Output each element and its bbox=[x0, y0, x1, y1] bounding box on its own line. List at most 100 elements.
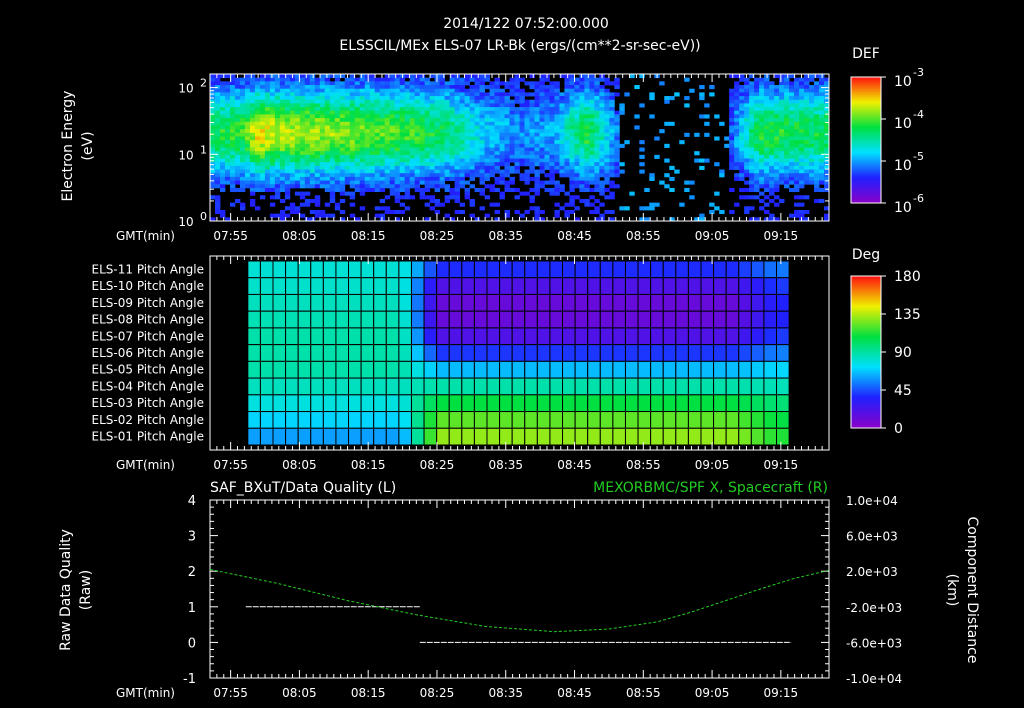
spectrogram-cell bbox=[234, 165, 241, 170]
spectrogram-cell bbox=[739, 110, 745, 115]
spectrogram-cell bbox=[504, 114, 510, 119]
spectrogram-cell bbox=[249, 74, 256, 79]
spectrogram-xtick-label: 08:25 bbox=[420, 229, 455, 243]
spectrogram-cell bbox=[349, 125, 356, 130]
spectrogram-cell bbox=[489, 99, 495, 104]
spectrogram-cell bbox=[369, 85, 376, 90]
spectrogram-cell bbox=[454, 107, 460, 112]
pitch-angle-cell bbox=[612, 327, 626, 346]
spectrogram-cell bbox=[339, 92, 346, 97]
spectrogram-cell bbox=[394, 96, 401, 101]
spectrogram-cell bbox=[284, 121, 291, 126]
spectrogram-cell bbox=[764, 77, 770, 82]
spectrogram-cell bbox=[339, 187, 346, 193]
spectrogram-cell bbox=[729, 118, 735, 123]
deg-colorbar-ticks: 18013590450 bbox=[881, 269, 921, 437]
spectrogram-cell bbox=[314, 158, 321, 163]
spectrogram-cell bbox=[319, 140, 326, 145]
spectrogram-cell bbox=[524, 173, 530, 178]
spectrogram-cell bbox=[804, 125, 810, 130]
pitch-angle-cell bbox=[436, 427, 450, 446]
spectrogram-cell bbox=[509, 99, 515, 104]
pitch-angle-cell bbox=[322, 377, 337, 396]
spectrogram-cell bbox=[474, 129, 480, 134]
pitch-angle-cell bbox=[574, 327, 589, 346]
spectrogram-cell bbox=[369, 99, 376, 104]
spectrogram-cell bbox=[529, 195, 535, 200]
spectrogram-cell bbox=[759, 184, 765, 189]
spectrogram-cell bbox=[519, 110, 525, 115]
spectrogram-cell bbox=[379, 77, 386, 82]
spectrogram-cell bbox=[694, 132, 700, 137]
pitch-angle-cell bbox=[574, 344, 589, 362]
spectrogram-cell bbox=[494, 132, 500, 137]
spectrogram-cell bbox=[289, 184, 296, 189]
spectrogram-cell bbox=[819, 121, 825, 126]
spectrogram-cell bbox=[399, 187, 406, 193]
spectrogram-cell bbox=[244, 169, 251, 174]
spectrogram-cell bbox=[274, 195, 281, 200]
spectrogram-cell bbox=[559, 147, 565, 152]
pitch-angle-cell bbox=[738, 411, 752, 429]
spectrogram-cell bbox=[259, 187, 266, 193]
spectrogram-cell bbox=[364, 129, 371, 134]
spectrogram-cell bbox=[599, 140, 605, 145]
spectrogram-cell bbox=[779, 88, 785, 93]
pitch-angle-cell bbox=[285, 344, 299, 362]
spectrogram-cell bbox=[714, 191, 720, 196]
spectrogram-cell bbox=[539, 209, 545, 215]
spectrogram-cell bbox=[274, 74, 281, 79]
spectrogram-cell bbox=[729, 125, 735, 130]
spectrogram-cell bbox=[589, 140, 595, 145]
spectrogram-cell bbox=[349, 151, 356, 156]
spectrogram-cell bbox=[559, 118, 565, 123]
spectrogram-cell bbox=[324, 132, 331, 137]
spectrogram-cell bbox=[439, 103, 446, 108]
spectrogram-cell bbox=[449, 121, 455, 126]
spectrogram-cell bbox=[259, 103, 266, 108]
pitch-angle-cell bbox=[612, 344, 626, 362]
pitch-angle-row-label: ELS-04 Pitch Angle bbox=[92, 380, 204, 394]
spectrogram-cell bbox=[234, 103, 241, 108]
spectrogram-cell bbox=[339, 158, 346, 163]
pitch-angle-cell bbox=[687, 310, 702, 329]
spectrogram-cell bbox=[599, 143, 605, 148]
spectrogram-cell bbox=[309, 209, 316, 215]
spectrogram-cell bbox=[444, 151, 451, 156]
spectrogram-cell bbox=[614, 118, 620, 123]
pitch-angle-cell bbox=[750, 327, 765, 346]
spectrogram-cell bbox=[444, 110, 451, 115]
spectrogram-cell bbox=[754, 195, 760, 200]
spectrogram-cell bbox=[374, 154, 381, 159]
spectrogram-cell bbox=[259, 176, 266, 181]
pitch-angle-cell bbox=[285, 394, 299, 413]
spectrogram-cell bbox=[604, 195, 610, 200]
spectrogram-cell bbox=[784, 96, 790, 101]
pitch-angle-cell bbox=[398, 411, 412, 429]
spectrogram-cell bbox=[214, 169, 221, 174]
spectrogram-cell bbox=[734, 202, 740, 207]
spectrogram-cell bbox=[604, 114, 610, 119]
spectrogram-cell bbox=[424, 88, 431, 93]
spectrogram-cell bbox=[334, 107, 341, 112]
spectrogram-cell bbox=[799, 169, 805, 174]
spectrogram-cell bbox=[439, 85, 446, 90]
spectrogram-cell bbox=[329, 154, 336, 159]
pitch-angle-cell bbox=[373, 411, 387, 429]
spectrogram-cell bbox=[319, 132, 326, 137]
spectrogram-cell bbox=[214, 202, 221, 207]
spectrogram-cell bbox=[449, 158, 455, 163]
spectrogram-cell bbox=[574, 173, 580, 178]
spectrogram-cell bbox=[604, 165, 610, 170]
spectrogram-cell bbox=[294, 180, 301, 185]
spectrogram-cell bbox=[789, 85, 795, 90]
spectrogram-cell bbox=[554, 136, 560, 141]
pitch-angle-row-label: ELS-03 Pitch Angle bbox=[92, 396, 204, 410]
spectrogram-cell bbox=[759, 154, 765, 159]
spectrogram-cell bbox=[764, 176, 770, 181]
pitch-angle-cell bbox=[461, 394, 475, 413]
spectrogram-cell bbox=[789, 176, 795, 181]
spectrogram-cell bbox=[399, 173, 406, 178]
spectrogram-cell bbox=[614, 169, 620, 174]
spectrogram-cell bbox=[449, 140, 455, 145]
